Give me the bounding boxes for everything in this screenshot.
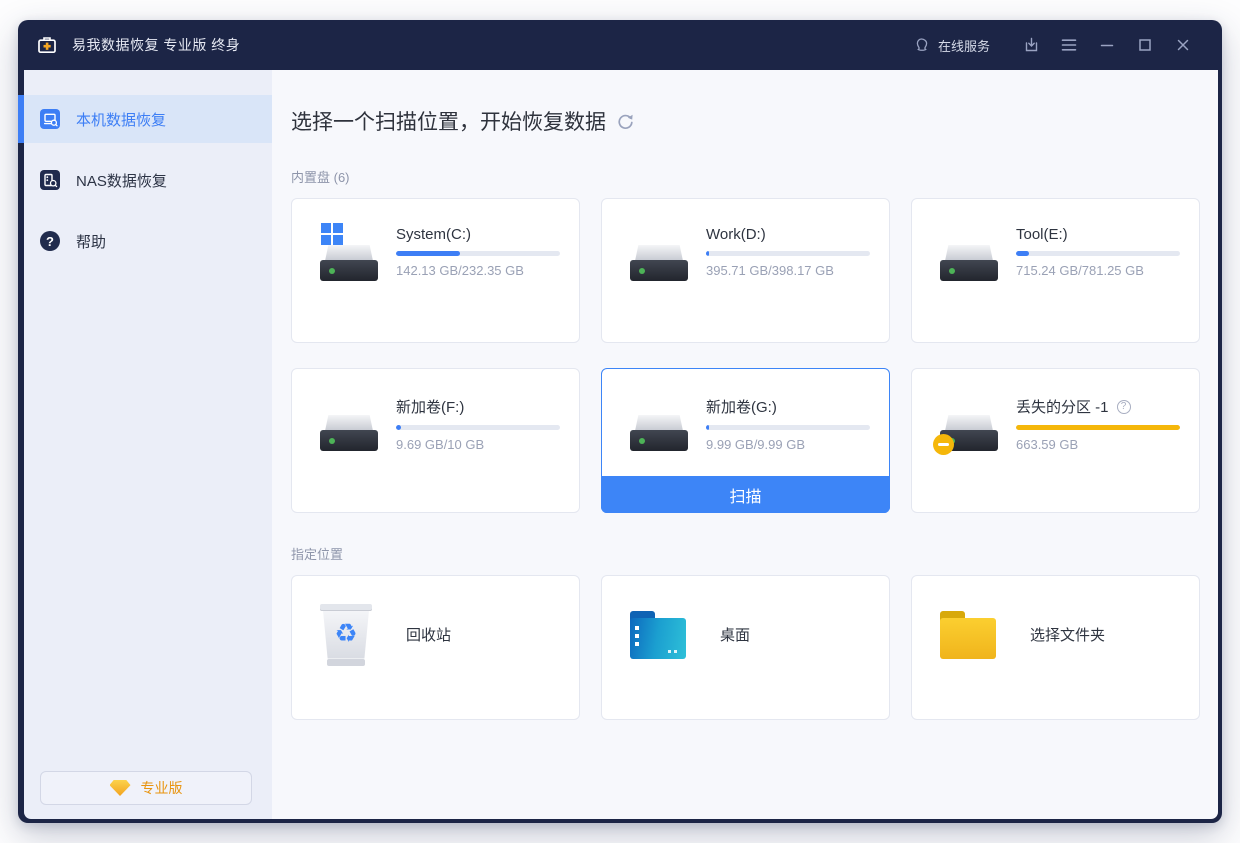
help-circle-icon[interactable]: ? [1117,400,1131,414]
desktop-folder-icon [630,611,686,659]
drive-name: 新加卷(F:) [396,396,464,417]
sidebar-item-label: 帮助 [76,231,106,252]
location-label: 桌面 [720,624,750,645]
sidebar-item-nas-recovery[interactable]: NAS数据恢复 [24,156,272,204]
sidebar-item-local-recovery[interactable]: 本机数据恢复 [24,95,272,143]
download-icon [1023,37,1040,54]
lost-partition-badge-icon [933,434,954,455]
location-card[interactable]: ♻ 回收站 [291,575,580,720]
locations-grid: ♻ 回收站 桌面 选择文件夹 [291,575,1200,720]
maximize-icon [1138,38,1152,52]
support-icon [913,37,930,54]
minimize-button[interactable] [1088,30,1126,60]
drive-name: Tool(E:) [1016,226,1068,243]
section-label-internal-disks: 内置盘 (6) [291,167,1200,186]
windows-logo-icon [321,223,343,245]
select-folder-icon [940,611,996,659]
close-button[interactable] [1164,30,1202,60]
internal-disks-grid: System(C:) 142.13 GB/232.35 GB Work(D:) 395… [291,198,1200,513]
capacity-bar [1016,251,1180,256]
nas-recovery-icon [40,170,60,190]
hard-drive-icon [320,223,378,283]
drive-size: 663.59 GB [1016,437,1181,452]
window-title: 易我数据恢复 专业版 终身 [72,35,240,55]
drive-card[interactable]: 新加卷(G:) 9.99 GB/9.99 GB 扫描 [601,368,890,513]
drive-card[interactable]: System(C:) 142.13 GB/232.35 GB [291,198,580,343]
drive-name: 新加卷(G:) [706,396,777,417]
drive-card[interactable]: 丢失的分区 -1? 663.59 GB [911,368,1200,513]
location-card[interactable]: 选择文件夹 [911,575,1200,720]
recycle-bin-icon: ♻ [320,604,372,666]
location-card[interactable]: 桌面 [601,575,890,720]
online-service-button[interactable]: 在线服务 [913,36,990,55]
titlebar: 易我数据恢复 专业版 终身 在线服务 [18,20,1222,70]
drive-size: 9.99 GB/9.99 GB [706,437,871,452]
gem-icon [110,780,131,796]
sidebar-item-label: NAS数据恢复 [76,170,167,191]
section-label-locations: 指定位置 [291,544,1200,563]
close-icon [1176,38,1190,52]
location-label: 选择文件夹 [1030,624,1105,645]
scan-button[interactable]: 扫描 [601,476,890,513]
capacity-bar [1016,425,1180,430]
drive-card[interactable]: 新加卷(F:) 9.69 GB/10 GB [291,368,580,513]
drive-name: System(C:) [396,226,471,243]
drive-size: 715.24 GB/781.25 GB [1016,263,1181,278]
hard-drive-icon [940,223,998,283]
sidebar-item-help[interactable]: ? 帮助 [24,217,272,265]
app-logo-icon [36,35,58,55]
location-label: 回收站 [406,624,451,645]
capacity-bar [396,251,560,256]
minimize-icon [1100,38,1114,52]
drive-card[interactable]: Tool(E:) 715.24 GB/781.25 GB [911,198,1200,343]
refresh-button[interactable] [616,113,635,132]
drive-size: 395.71 GB/398.17 GB [706,263,871,278]
drive-size: 9.69 GB/10 GB [396,437,561,452]
hard-drive-icon [940,393,998,453]
online-service-label: 在线服务 [938,36,990,55]
sidebar-item-label: 本机数据恢复 [76,109,166,130]
export-log-button[interactable] [1012,30,1050,60]
hard-drive-icon [320,393,378,453]
main-panel: 选择一个扫描位置，开始恢复数据 内置盘 (6) System(C:) 142.13… [272,70,1218,819]
app-window: 易我数据恢复 专业版 终身 在线服务 [18,20,1222,823]
hard-drive-icon [630,223,688,283]
capacity-bar [396,425,560,430]
drive-name: 丢失的分区 -1 [1016,396,1109,417]
maximize-button[interactable] [1126,30,1164,60]
refresh-icon [616,113,635,132]
hamburger-icon [1061,38,1077,52]
menu-button[interactable] [1050,30,1088,60]
local-recovery-icon [40,109,60,129]
drive-size: 142.13 GB/232.35 GB [396,263,561,278]
drive-card[interactable]: Work(D:) 395.71 GB/398.17 GB [601,198,890,343]
edition-button[interactable]: 专业版 [40,771,252,805]
help-icon: ? [40,231,60,251]
hard-drive-icon [630,393,688,453]
capacity-bar [706,425,870,430]
capacity-bar [706,251,870,256]
sidebar: 本机数据恢复 NAS数据恢复 ? 帮助 专业版 [24,70,272,819]
edition-label: 专业版 [141,778,183,798]
page-title: 选择一个扫描位置，开始恢复数据 [291,106,606,136]
drive-name: Work(D:) [706,226,766,243]
